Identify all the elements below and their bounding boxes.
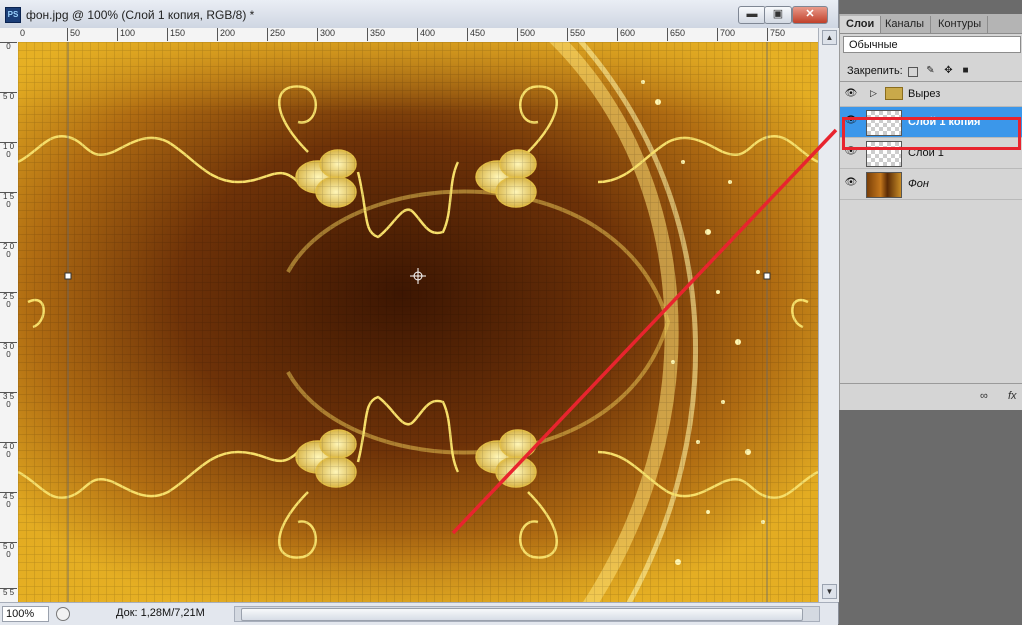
lock-all-icon[interactable]: ■ [960, 65, 971, 76]
ruler-tick: 3 0 0 [0, 342, 17, 359]
ruler-tick: 2 5 0 [0, 292, 17, 309]
layer-thumbnail [866, 172, 902, 198]
layer-row-group[interactable]: 👁 ▷ Вырез [840, 82, 1022, 107]
status-bar: 100% Док: 1,28M/7,21M [0, 602, 838, 625]
ruler-tick: 1 0 0 [0, 142, 17, 159]
layers-panel: Слои Каналы Контуры Обычные Закрепить: ✎… [839, 14, 1022, 410]
document-size: Док: 1,28M/7,21M [116, 607, 205, 619]
ruler-tick: 450 [467, 28, 485, 41]
lock-brush-icon[interactable]: ✎ [925, 65, 936, 76]
layer-name: Фон [908, 178, 929, 190]
panel-empty-area [839, 410, 1022, 624]
minimize-button[interactable]: ▬ [738, 6, 766, 24]
window-titlebar[interactable]: PS фон.jpg @ 100% (Слой 1 копия, RGB/8) … [0, 0, 838, 29]
ruler-tick: 150 [167, 28, 185, 41]
ruler-tick: 200 [217, 28, 235, 41]
vertical-ruler[interactable]: 0 5 0 1 0 0 1 5 0 2 0 0 2 5 0 3 0 0 3 5 … [0, 42, 19, 602]
status-menu-icon[interactable] [56, 607, 70, 621]
folder-icon [885, 87, 903, 100]
panel-footer: ∞ fx [840, 383, 1022, 411]
ruler-tick: 750 [767, 28, 785, 41]
ruler-tick: 4 0 0 [0, 442, 17, 459]
lock-label: Закрепить: [847, 65, 903, 77]
vertical-scrollbar[interactable]: ▲ ▼ [818, 28, 839, 602]
scroll-up-icon[interactable]: ▲ [822, 30, 837, 45]
annotation-highlight-box [842, 117, 1021, 150]
ruler-tick: 550 [567, 28, 585, 41]
tab-layers[interactable]: Слои [840, 16, 882, 33]
tab-paths[interactable]: Контуры [932, 16, 989, 33]
ruler-origin[interactable] [0, 28, 19, 43]
ruler-tick: 50 [67, 28, 80, 41]
layer-row-background[interactable]: 👁 Фон [840, 169, 1022, 200]
link-layers-icon[interactable]: ∞ [980, 390, 988, 402]
canvas-artwork [18, 42, 818, 602]
image-canvas[interactable] [18, 42, 818, 602]
ruler-tick: 400 [417, 28, 435, 41]
ruler-tick: 0 [18, 28, 25, 41]
ruler-tick: 350 [367, 28, 385, 41]
fx-icon[interactable]: fx [1008, 390, 1017, 402]
photoshop-app-icon: PS [5, 7, 21, 23]
document-title: фон.jpg @ 100% (Слой 1 копия, RGB/8) * [26, 8, 255, 22]
zoom-field[interactable]: 100% [2, 606, 49, 622]
ruler-tick: 100 [117, 28, 135, 41]
ruler-tick: 2 0 0 [0, 242, 17, 259]
ruler-tick: 5 0 [0, 92, 17, 101]
scroll-down-icon[interactable]: ▼ [822, 584, 837, 599]
maximize-button[interactable]: ▣ [764, 6, 792, 24]
ruler-tick: 5 5 [0, 588, 17, 597]
ruler-tick: 1 5 0 [0, 192, 17, 209]
ruler-tick: 4 5 0 [0, 492, 17, 509]
ruler-tick: 250 [267, 28, 285, 41]
ruler-tick: 600 [617, 28, 635, 41]
panel-tabs: Слои Каналы Контуры [840, 14, 1022, 34]
ruler-tick: 5 0 0 [0, 542, 17, 559]
blend-mode-select[interactable]: Обычные [843, 36, 1021, 53]
ruler-tick: 650 [667, 28, 685, 41]
expand-triangle-icon[interactable]: ▷ [870, 88, 877, 99]
document-window: PS фон.jpg @ 100% (Слой 1 копия, RGB/8) … [0, 0, 839, 625]
lock-transparency-icon[interactable] [908, 67, 918, 77]
ruler-tick: 3 5 0 [0, 392, 17, 409]
ruler-tick: 0 [0, 42, 17, 51]
visibility-eye-icon[interactable]: 👁 [844, 88, 858, 100]
horizontal-scrollbar[interactable] [234, 606, 820, 622]
ruler-tick: 500 [517, 28, 535, 41]
tab-channels[interactable]: Каналы [879, 16, 932, 33]
horizontal-ruler[interactable]: 0 50 100 150 200 250 300 350 400 450 500… [18, 28, 818, 43]
ruler-tick: 700 [717, 28, 735, 41]
layers-list: 👁 ▷ Вырез 👁 Слой 1 копия 👁 Слой 1 👁 Фон [840, 81, 1022, 384]
close-button[interactable]: ✕ [792, 6, 828, 24]
layer-name: Вырез [908, 88, 941, 100]
scroll-thumb[interactable] [241, 608, 803, 621]
lock-position-icon[interactable]: ✥ [943, 65, 954, 76]
ruler-tick: 300 [317, 28, 335, 41]
visibility-eye-icon[interactable]: 👁 [844, 177, 858, 189]
